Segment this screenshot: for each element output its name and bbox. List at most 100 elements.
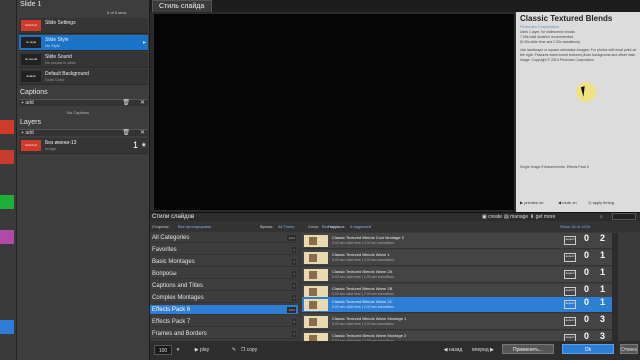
filter-captions-select[interactable]: 0 надписей: [350, 221, 371, 232]
edit-icon[interactable]: ✎: [230, 345, 238, 355]
filter-captions-label: Надписи:: [328, 224, 346, 229]
slide-settings-row[interactable]: bunch of Slide Settings: [19, 18, 148, 34]
tools-icon[interactable]: ✕: [140, 129, 145, 136]
search-input[interactable]: [612, 213, 636, 220]
category-item[interactable]: All Categories 1234: [150, 233, 298, 243]
captions-count: 0: [584, 267, 590, 277]
ok-button[interactable]: Ok: [562, 344, 614, 354]
category-list: All Categories 1234 Favorites 0 Basic Mont…: [150, 233, 298, 341]
play-label: play: [200, 347, 210, 353]
preview-on-button[interactable]: ▶ preview on: [520, 200, 544, 205]
slide-style-row[interactable]: no style Slide Style No Style ▸: [19, 35, 148, 51]
captions-count: 0: [584, 297, 590, 307]
category-count: 0: [292, 247, 296, 253]
style-item[interactable]: Classic Textured Blends Warm 1 5.00 sec s…: [302, 250, 612, 266]
category-item[interactable]: Complex Montages 1: [150, 293, 298, 303]
category-count: 1: [292, 295, 296, 301]
style-item[interactable]: Classic Textured Blends Warm Montage 1 5.…: [302, 314, 612, 330]
category-item[interactable]: Вопросы 3: [150, 269, 298, 279]
category-name: Effects Pack 7: [152, 319, 191, 325]
strip-swatch-red[interactable]: [0, 120, 14, 134]
tools-icon[interactable]: ✕: [140, 99, 145, 106]
eye-icon[interactable]: ◉: [142, 142, 146, 148]
category-count: 1234: [287, 235, 296, 241]
trash-icon[interactable]: 🗑: [122, 129, 130, 136]
layers-count: 1: [600, 297, 606, 307]
aspect-badge: aspect: [564, 236, 576, 245]
filter-layers-label: Слои:: [308, 224, 319, 229]
aspect-badge: aspect: [564, 253, 576, 262]
back-button[interactable]: ◀ назад: [438, 345, 468, 355]
category-item[interactable]: Effects Pack 7 8: [150, 317, 298, 327]
strip-swatch-purple[interactable]: [0, 230, 14, 244]
style-item[interactable]: Classic Textured Blends Warm 2A 5.00 sec …: [302, 267, 612, 283]
category-item-selected[interactable]: Effects Pack 6 1993: [150, 305, 298, 315]
category-name: Basic Montages: [152, 259, 195, 265]
layer-row[interactable]: bunch of Без имени-13 Image 1 ◉: [19, 138, 148, 154]
layers-count: 3: [600, 331, 606, 341]
style-name: Classic Textured Blends Warm Montage 2: [332, 333, 407, 338]
apply-timing-label: apply timing: [592, 200, 614, 205]
get-more-label: get more: [535, 214, 556, 220]
forward-button[interactable]: вперед ▶: [468, 345, 498, 355]
app-side-strip: [0, 0, 17, 360]
category-item[interactable]: Favorites 0: [150, 245, 298, 255]
add-layer-button[interactable]: + add: [21, 130, 34, 136]
play-button[interactable]: ▶ play: [190, 345, 214, 355]
slide-sound-row[interactable]: no sound Slide Sound No sound in slide: [19, 52, 148, 68]
search-icon[interactable]: ⌕: [600, 214, 603, 220]
no-captions-text: No Captions: [67, 110, 90, 115]
category-item[interactable]: Basic Montages 4: [150, 257, 298, 267]
aspect-badge: aspect: [564, 287, 576, 296]
strip-swatch-red2[interactable]: [0, 150, 14, 164]
zoom-input[interactable]: 100: [154, 345, 172, 355]
slide-settings-label: Slide Settings: [45, 20, 76, 26]
category-item[interactable]: Frames and Borders 4: [150, 329, 298, 339]
category-count: 4: [292, 331, 296, 337]
zoom-dropdown-icon[interactable]: ▾: [174, 345, 182, 355]
trash-icon[interactable]: 🗑: [122, 99, 130, 106]
style-list-scrollbar[interactable]: [612, 233, 618, 341]
get-more-button[interactable]: ⬇ get more: [530, 214, 555, 220]
aspect-badge: aspect: [564, 317, 576, 326]
apply-button[interactable]: Применить...: [502, 344, 554, 354]
create-label: create: [488, 214, 503, 220]
style-thumb: [304, 235, 328, 247]
category-name: All Categories: [152, 235, 190, 241]
add-caption-button[interactable]: + add: [21, 100, 34, 106]
strip-swatch-blue[interactable]: [0, 320, 14, 334]
style-item[interactable]: Classic Textured Blends Cool Montage 2 5.…: [302, 233, 612, 249]
style-name: Classic Textured Blends Warm Montage 1: [332, 316, 407, 321]
category-name: Frames and Borders: [152, 331, 207, 337]
style-name: Classic Textured Blends Warm 2B: [332, 286, 393, 291]
style-name: Classic Textured Blends Warm 2C: [332, 299, 393, 304]
filter-side-select[interactable]: Все пропорциями: [178, 221, 211, 232]
layers-count: 3: [600, 314, 606, 324]
copy-button[interactable]: ❐ copy: [238, 345, 260, 355]
layer-number: 1: [132, 140, 138, 150]
aspect-badge: aspect: [564, 300, 576, 309]
tab-slide-style[interactable]: Стиль слайда: [152, 0, 212, 12]
default-background-row[interactable]: default Default Background Solid Color: [19, 69, 148, 85]
apply-timing-button[interactable]: ◷ apply timing: [588, 200, 614, 205]
layers-count: 1: [600, 267, 606, 277]
preview-on-label: preview on: [524, 200, 544, 205]
captions-count: 0: [584, 284, 590, 294]
mute-on-button[interactable]: ◀ mute on: [558, 200, 577, 205]
create-button[interactable]: ▣ create: [482, 214, 502, 220]
category-name: Complex Montages: [152, 295, 204, 301]
style-item-selected[interactable]: Classic Textured Blends Warm 2C 5.00 sec …: [302, 297, 612, 313]
style-desc-3: (5.00s slide time and 2.00s transitions): [520, 40, 580, 44]
cancel-button[interactable]: Отмена: [620, 344, 638, 354]
filter-time-select[interactable]: All Times: [278, 221, 294, 232]
style-duration: 5.00 sec slide time | 2.00 sec transitio…: [332, 275, 394, 279]
style-company: Photodex Corporation: [520, 24, 559, 29]
mouse-cursor-highlight: [576, 82, 596, 102]
style-thumb: [304, 252, 328, 264]
strip-swatch-green[interactable]: [0, 195, 14, 209]
category-item[interactable]: Captions and Titles 5: [150, 281, 298, 291]
manage-button[interactable]: ▤ manage: [504, 214, 528, 220]
slide-sound-thumb: no sound: [21, 54, 41, 65]
slide-style-thumb: no style: [21, 37, 41, 48]
style-desc-4: Use landscape or square-orientation imag…: [520, 48, 637, 62]
